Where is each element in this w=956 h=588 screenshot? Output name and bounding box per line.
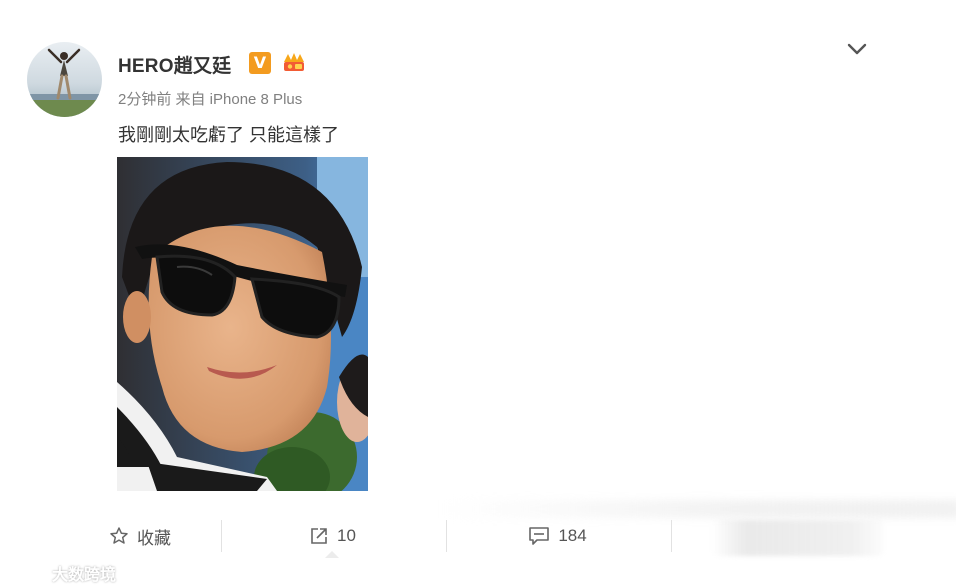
repost-count: 10: [337, 526, 356, 545]
username[interactable]: HERO趙又廷: [118, 51, 231, 78]
favorite-button[interactable]: 收藏: [60, 518, 220, 554]
comment-button[interactable]: 184: [475, 518, 640, 554]
verified-badge[interactable]: V: [249, 52, 271, 74]
weibo-post-card: HERO趙又廷 V 2分钟前 来自 iPhone 8 Plus 我剛剛太吃虧了 …: [0, 0, 956, 588]
post-meta: 2分钟前 来自 iPhone 8 Plus: [118, 91, 303, 108]
favorite-label: 收藏: [137, 528, 171, 548]
divider: [221, 520, 222, 552]
repost-icon: [311, 528, 327, 544]
avatar[interactable]: [27, 42, 102, 117]
watermark-text: 大数跨境: [52, 567, 117, 584]
like-button-blurred[interactable]: [712, 520, 884, 556]
watermark-logo-icon: [10, 563, 48, 582]
post-text: 我剛剛太吃虧了 只能這樣了: [118, 125, 339, 145]
selfie-image: [117, 157, 368, 491]
divider: [671, 520, 672, 552]
chevron-down-icon[interactable]: [846, 40, 868, 58]
avatar-image: [27, 42, 102, 117]
post-photo[interactable]: [117, 157, 368, 491]
repost-button[interactable]: 10: [250, 518, 415, 554]
star-icon: [110, 527, 128, 544]
comment-icon: [529, 527, 550, 545]
watermark: 大数跨境: [8, 561, 116, 585]
active-tab-indicator: [325, 551, 339, 558]
member-crown-icon[interactable]: [281, 49, 307, 75]
divider: [446, 520, 447, 552]
comment-count: 184: [558, 526, 587, 545]
